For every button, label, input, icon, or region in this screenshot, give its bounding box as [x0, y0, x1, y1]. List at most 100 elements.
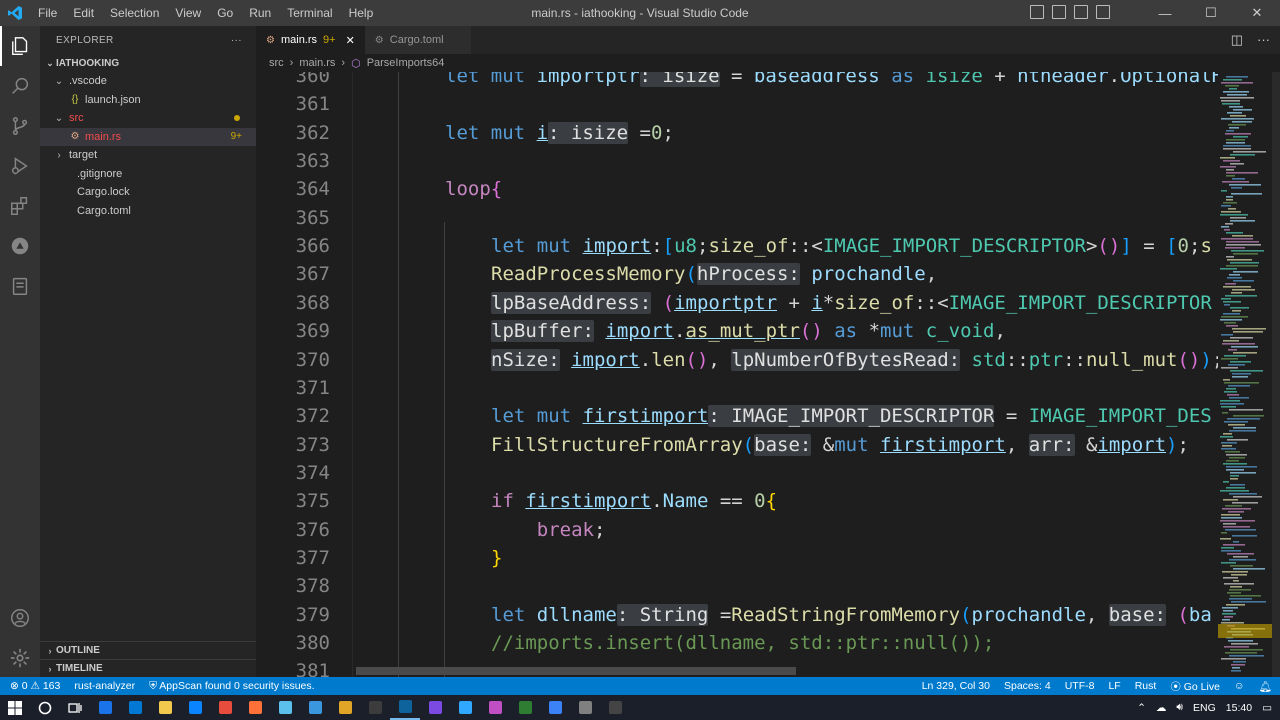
split-editor-icon[interactable]: ◫: [1231, 32, 1243, 48]
taskbar-app-icon[interactable]: [120, 695, 150, 720]
vertical-scrollbar[interactable]: [1272, 72, 1280, 677]
toggle-panel-icon[interactable]: [1052, 5, 1066, 19]
code-token: IMAGE_IMPORT_DESCRIPTOR: [948, 291, 1212, 314]
language-indicator[interactable]: ENG: [1193, 702, 1216, 714]
menu-item-go[interactable]: Go: [209, 0, 241, 26]
minimap-line: [1231, 292, 1242, 294]
appscan-status[interactable]: ⛨ AppScan found 0 security issues.: [149, 680, 314, 693]
indentation[interactable]: Spaces: 4: [1004, 680, 1051, 692]
network-icon[interactable]: ☁: [1156, 702, 1167, 714]
taskbar-app-icon[interactable]: [150, 695, 180, 720]
language-mode[interactable]: Rust: [1135, 680, 1157, 692]
taskbar-app-icon[interactable]: [90, 695, 120, 720]
timeline-section[interactable]: › TIMELINE: [40, 659, 256, 677]
more-actions-icon[interactable]: ···: [1257, 32, 1270, 48]
file-tree-item[interactable]: ⌄ src: [40, 109, 256, 128]
notification-center-icon[interactable]: ▭: [1262, 702, 1272, 714]
feedback-icon[interactable]: ☺: [1234, 680, 1245, 692]
taskbar-app-icon[interactable]: [360, 695, 390, 720]
taskbar-app-icon[interactable]: [420, 695, 450, 720]
taskbar-app-icon[interactable]: [240, 695, 270, 720]
breadcrumb-folder[interactable]: src: [269, 57, 284, 69]
task-view-icon[interactable]: [60, 695, 90, 720]
toggle-secondary-sidebar-icon[interactable]: [1074, 5, 1088, 19]
line-number: 368: [295, 291, 330, 314]
taskbar-app-icon[interactable]: [270, 695, 300, 720]
file-tree-item[interactable]: Cargo.lock: [40, 183, 256, 202]
file-tree-item[interactable]: .gitignore: [40, 165, 256, 184]
notifications-bell-icon[interactable]: 🔔︎: [1259, 680, 1272, 693]
minimize-button[interactable]: —: [1142, 0, 1188, 26]
tab-cargo-toml[interactable]: ⚙ Cargo.toml: [364, 26, 471, 54]
toggle-sidebar-icon[interactable]: [1030, 5, 1044, 19]
close-window-button[interactable]: ✕: [1234, 0, 1280, 26]
problems-indicator[interactable]: ⊗ 0 ⚠ 163: [10, 680, 60, 692]
maximize-button[interactable]: ☐: [1188, 0, 1234, 26]
menu-item-terminal[interactable]: Terminal: [279, 0, 340, 26]
code-editor[interactable]: 360 let mut importptr: isize = baseaddres…: [256, 72, 1280, 677]
taskbar-app-icon[interactable]: [540, 695, 570, 720]
clock[interactable]: 15:40: [1226, 702, 1252, 714]
minimap[interactable]: [1218, 72, 1272, 677]
menu-item-file[interactable]: File: [30, 0, 65, 26]
file-tree-item[interactable]: ⌄ .vscode: [40, 72, 256, 91]
taskbar-app-icon[interactable]: [180, 695, 210, 720]
explorer-header: EXPLORER ···: [40, 26, 256, 54]
search-icon[interactable]: [0, 66, 40, 106]
explorer-icon[interactable]: [0, 26, 40, 66]
minimap-line: [1221, 238, 1253, 240]
horizontal-scrollbar[interactable]: [356, 667, 796, 675]
remote-explorer-icon[interactable]: [0, 226, 40, 266]
run-debug-icon[interactable]: [0, 146, 40, 186]
tab-modified-badge: 9+: [323, 34, 336, 46]
manage-gear-icon[interactable]: [0, 638, 40, 678]
go-live-button[interactable]: ⦿ Go Live: [1170, 679, 1220, 694]
tray-overflow-icon[interactable]: ⌃: [1137, 702, 1146, 714]
taskbar-app-icon[interactable]: [390, 695, 420, 720]
line-number: 360: [295, 72, 330, 87]
minimap-line: [1229, 409, 1263, 411]
end-of-line[interactable]: LF: [1108, 680, 1120, 692]
taskbar-app-icon[interactable]: [600, 695, 630, 720]
gutter-divider: [352, 72, 353, 677]
code-token: lpNumberOfBytesRead:: [731, 348, 961, 371]
cursor-position[interactable]: Ln 329, Col 30: [922, 680, 990, 692]
file-tree-label: .gitignore: [77, 167, 123, 180]
explorer-more-actions[interactable]: ···: [231, 35, 242, 46]
file-tree-item[interactable]: Cargo.toml: [40, 202, 256, 221]
customize-layout-icon[interactable]: [1096, 5, 1110, 19]
file-tree-item[interactable]: {} launch.json: [40, 91, 256, 110]
menu-item-edit[interactable]: Edit: [65, 0, 102, 26]
rust-analyzer-status[interactable]: rust-analyzer: [74, 680, 135, 692]
source-control-icon[interactable]: [0, 106, 40, 146]
menu-item-view[interactable]: View: [167, 0, 209, 26]
taskbar-app-icon[interactable]: [210, 695, 240, 720]
tab-close-icon[interactable]: ✕: [346, 34, 355, 47]
taskbar-app-icon[interactable]: [570, 695, 600, 720]
menu-item-run[interactable]: Run: [241, 0, 279, 26]
menu-item-selection[interactable]: Selection: [102, 0, 167, 26]
file-tree-item[interactable]: › target: [40, 146, 256, 165]
extensions-icon[interactable]: [0, 186, 40, 226]
code-token: : isize: [548, 121, 629, 144]
volume-icon[interactable]: 🔊︎: [1176, 701, 1183, 714]
outline-section[interactable]: › OUTLINE: [40, 641, 256, 659]
taskbar-app-icon[interactable]: [330, 695, 360, 720]
windows-start-icon[interactable]: [0, 695, 30, 720]
taskbar-app-icon[interactable]: [450, 695, 480, 720]
taskbar-search-icon[interactable]: [30, 695, 60, 720]
breadcrumb-file[interactable]: main.rs: [299, 57, 335, 69]
taskbar-app-icon[interactable]: [510, 695, 540, 720]
window-controls: — ☐ ✕: [1142, 0, 1280, 26]
encoding[interactable]: UTF-8: [1065, 680, 1095, 692]
breadcrumb-symbol[interactable]: ParseImports64: [367, 57, 445, 69]
menu-item-help[interactable]: Help: [341, 0, 382, 26]
taskbar-app-icon[interactable]: [480, 695, 510, 720]
account-icon[interactable]: [0, 598, 40, 638]
project-root[interactable]: ⌄ IATHOOKING: [40, 54, 256, 72]
minimap-line: [1223, 523, 1236, 525]
taskbar-app-icon[interactable]: [300, 695, 330, 720]
file-tree-item[interactable]: ⚙ main.rs 9+: [40, 127, 256, 146]
tab-main-rs[interactable]: ⚙ main.rs 9+ ✕: [256, 26, 365, 54]
testing-icon[interactable]: [0, 266, 40, 306]
